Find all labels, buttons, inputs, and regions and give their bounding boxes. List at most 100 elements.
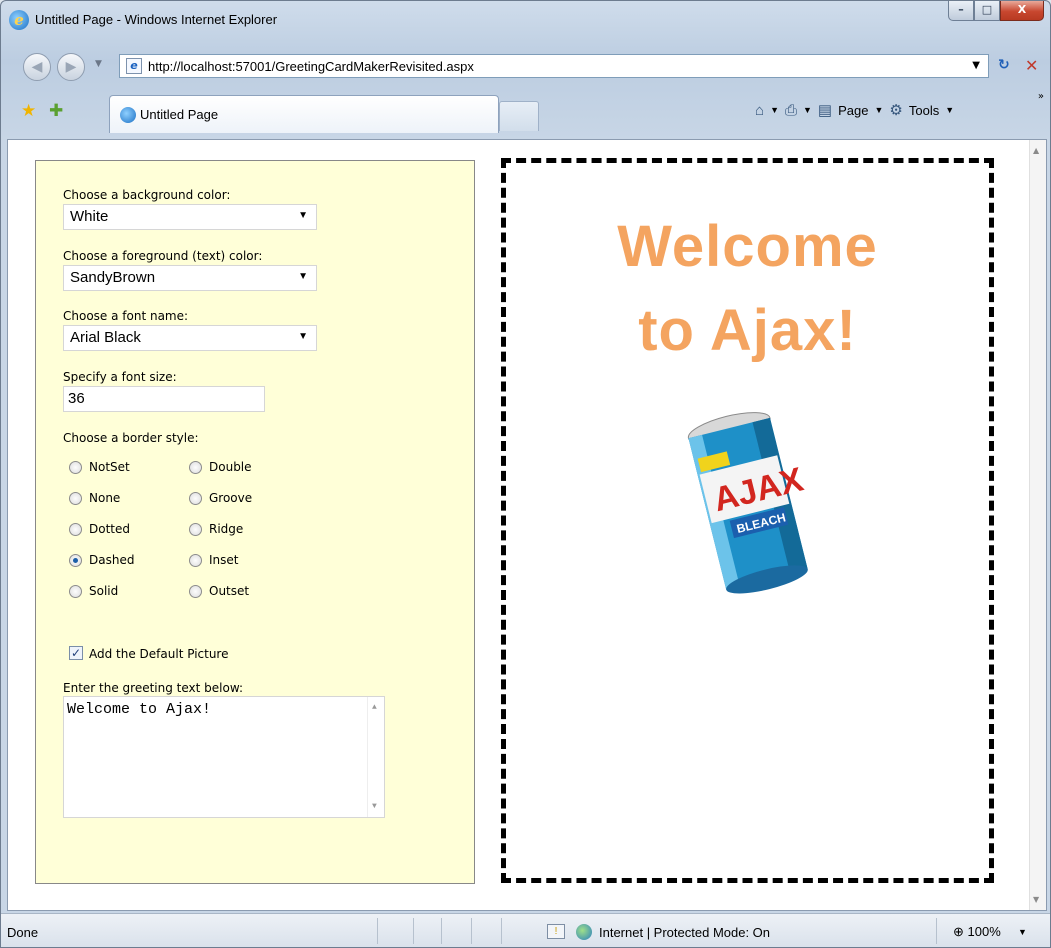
address-row: ◀ ▶ ▼ e http://localhost:57001/GreetingC… (1, 41, 1050, 87)
radio-outset[interactable]: Outset (189, 584, 249, 598)
radio-button[interactable] (69, 460, 82, 474)
radio-button[interactable] (189, 553, 202, 567)
tab-label: Untitled Page (140, 107, 219, 122)
radio-inset[interactable]: Inset (189, 553, 238, 567)
radio-button-selected[interactable] (69, 553, 82, 567)
radio-dashed[interactable]: Dashed (69, 553, 134, 567)
protected-mode-icon[interactable]: ! (547, 924, 565, 939)
radio-button[interactable] (189, 491, 202, 505)
tools-gear-icon: ⚙ (889, 102, 903, 119)
scroll-down-icon[interactable]: ▼ (372, 802, 377, 811)
radio-dotted[interactable]: Dotted (69, 522, 130, 536)
favorites-star-icon[interactable]: ★ (21, 101, 36, 121)
radio-notset[interactable]: NotSet (69, 460, 130, 474)
window-title: Untitled Page - Windows Internet Explore… (35, 12, 278, 27)
greeting-textarea[interactable]: Welcome to Ajax! ▲ ▼ (63, 696, 385, 818)
bg-color-select[interactable]: White ▼ (63, 204, 317, 230)
radio-groove[interactable]: Groove (189, 491, 252, 505)
font-size-label: Specify a font size: (63, 370, 177, 384)
greeting-card: Welcome to Ajax! AJAX BLEACH (501, 158, 994, 883)
fg-color-label: Choose a foreground (text) color: (63, 249, 263, 263)
ajax-can-image: AJAX BLEACH (687, 412, 808, 594)
home-icon[interactable]: ⌂ (755, 102, 764, 119)
radio-button[interactable] (189, 460, 202, 474)
card-greeting: Welcome to Ajax! (506, 205, 989, 373)
status-divider (377, 918, 378, 944)
radio-button[interactable] (69, 491, 82, 505)
scroll-up-icon[interactable]: ▲ (372, 703, 377, 712)
window-controls: – □ X (948, 1, 1044, 21)
security-zone[interactable]: Internet | Protected Mode: On (599, 925, 770, 940)
page-viewport: Choose a background color: White ▼ Choos… (7, 139, 1047, 911)
zoom-level[interactable]: ⊕ 100% (953, 924, 1001, 940)
back-button[interactable]: ◀ (23, 53, 51, 81)
fg-color-select[interactable]: SandyBrown ▼ (63, 265, 317, 291)
print-dropdown-icon[interactable]: ▼ (803, 105, 812, 115)
browser-window: e Untitled Page - Windows Internet Explo… (0, 0, 1051, 948)
refresh-button[interactable]: ↻ (998, 57, 1010, 73)
ie-logo-icon: e (9, 10, 29, 30)
zoom-icon: ⊕ (953, 924, 964, 939)
radio-ridge[interactable]: Ridge (189, 522, 243, 536)
chevron-down-icon: ▼ (298, 210, 308, 221)
radio-button[interactable] (189, 522, 202, 536)
address-bar[interactable]: e http://localhost:57001/GreetingCardMak… (119, 54, 989, 78)
font-name-value: Arial Black (70, 329, 141, 346)
recent-pages-dropdown-icon[interactable]: ▼ (95, 59, 102, 69)
chevron-down-icon: ▼ (298, 271, 308, 282)
tab-row: ★ ✚ Untitled Page ⌂ ▼ ⎙ ▼ ▤ Page ▼ ⚙ Too… (1, 87, 1050, 139)
page-icon: e (126, 58, 142, 74)
page-scrollbar[interactable]: ▲ ▼ (1029, 140, 1046, 910)
close-button[interactable]: X (1000, 1, 1044, 21)
font-size-input[interactable]: 36 (63, 386, 265, 412)
fg-color-value: SandyBrown (70, 269, 156, 286)
status-text: Done (7, 925, 39, 940)
card-line-1: Welcome (617, 214, 878, 279)
radio-button[interactable] (69, 522, 82, 536)
border-style-label: Choose a border style: (63, 431, 199, 445)
address-dropdown-icon[interactable]: ▼ (972, 60, 980, 71)
tools-dropdown-icon[interactable]: ▼ (945, 105, 954, 115)
textarea-scrollbar[interactable]: ▲ ▼ (367, 697, 384, 817)
status-divider (471, 918, 472, 944)
tools-menu[interactable]: Tools (909, 103, 939, 118)
bg-color-label: Choose a background color: (63, 188, 231, 202)
radio-solid[interactable]: Solid (69, 584, 118, 598)
status-bar: Done ! Internet | Protected Mode: On ⊕ 1… (1, 913, 1050, 947)
card-line-2: to Ajax! (638, 298, 857, 363)
title-bar: e Untitled Page - Windows Internet Explo… (1, 1, 1050, 41)
status-divider (441, 918, 442, 944)
page-menu[interactable]: Page (838, 103, 868, 118)
internet-zone-icon (576, 924, 592, 940)
maximize-button[interactable]: □ (974, 1, 1000, 21)
scroll-up-icon[interactable]: ▲ (1033, 146, 1039, 155)
radio-button[interactable] (69, 584, 82, 598)
page-dropdown-icon[interactable]: ▼ (874, 105, 883, 115)
page-icon: ▤ (817, 102, 833, 119)
url-text[interactable]: http://localhost:57001/GreetingCardMaker… (148, 59, 474, 74)
forward-button[interactable]: ▶ (57, 53, 85, 81)
chevron-down-icon: ▼ (298, 331, 308, 342)
stop-button[interactable]: ✕ (1025, 56, 1038, 75)
zoom-dropdown-icon[interactable]: ▼ (1018, 927, 1027, 937)
default-picture-checkbox[interactable]: ✓ (69, 646, 83, 660)
toolbar-overflow-icon[interactable]: » (1038, 91, 1044, 102)
minimize-button[interactable]: – (948, 1, 974, 21)
status-divider (413, 918, 414, 944)
status-divider (501, 918, 502, 944)
radio-double[interactable]: Double (189, 460, 252, 474)
default-picture-label: Add the Default Picture (89, 647, 229, 661)
radio-none[interactable]: None (69, 491, 120, 505)
greeting-label: Enter the greeting text below: (63, 681, 244, 695)
add-favorites-icon[interactable]: ✚ (49, 101, 63, 121)
command-bar: ⌂ ▼ ⎙ ▼ ▤ Page ▼ ⚙ Tools ▼ (755, 101, 954, 120)
font-name-select[interactable]: Arial Black ▼ (63, 325, 317, 351)
greeting-text: Welcome to Ajax! (67, 701, 212, 718)
home-dropdown-icon[interactable]: ▼ (770, 105, 779, 115)
radio-button[interactable] (189, 584, 202, 598)
options-panel: Choose a background color: White ▼ Choos… (35, 160, 475, 884)
scroll-down-icon[interactable]: ▼ (1033, 895, 1039, 904)
print-icon[interactable]: ⎙ (785, 102, 797, 119)
new-tab-button[interactable] (499, 101, 539, 131)
tab-untitled-page[interactable]: Untitled Page (109, 95, 499, 133)
